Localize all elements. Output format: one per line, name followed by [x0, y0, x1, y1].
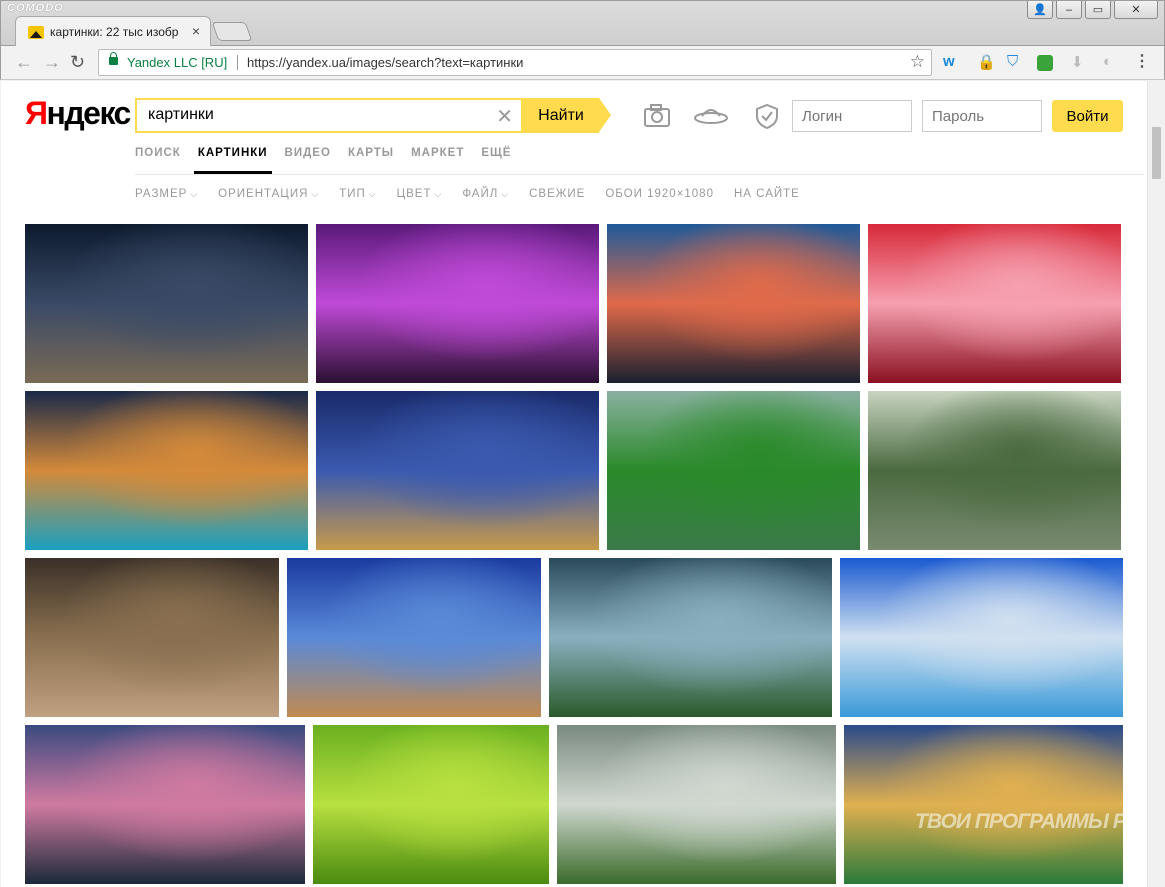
- image-row: [25, 224, 1121, 383]
- image-thumbnail-lime-slices[interactable]: [313, 725, 549, 884]
- image-thumbnail-beach-rocks-blue[interactable]: [287, 558, 541, 717]
- ufo-icon[interactable]: [693, 102, 729, 130]
- filter-item[interactable]: СВЕЖИЕ: [529, 188, 585, 200]
- search-button-arrow: [599, 98, 611, 132]
- filter-item[interactable]: ОРИЕНТАЦИЯ ⌵: [218, 188, 319, 200]
- scrollbar-thumb[interactable]: [1152, 127, 1161, 179]
- image-thumbnail-sun-rays-valley[interactable]: [557, 725, 836, 884]
- filter-label: СВЕЖИЕ: [529, 188, 586, 200]
- image-thumbnail-mountain-lake-sunset[interactable]: [25, 725, 305, 884]
- image-thumbnail-eiffel-tower-night[interactable]: [316, 391, 599, 550]
- green-extension-icon[interactable]: [1037, 55, 1053, 71]
- search-box: ✕: [135, 98, 523, 133]
- browser-toolbar: ← → ↻ Yandex LLC [RU] https://yandex.ua/…: [0, 46, 1165, 80]
- chevron-down-icon: ⌵: [501, 188, 510, 199]
- filter-label: ЦВЕТ: [396, 188, 432, 200]
- service-tab[interactable]: ВИДЕО: [285, 147, 331, 159]
- security-label[interactable]: Yandex LLC [RU]: [127, 55, 227, 70]
- login-button[interactable]: Войти: [1052, 100, 1123, 132]
- filter-label: ТИП: [339, 188, 366, 200]
- download-extension-icon[interactable]: ⬇: [1071, 53, 1084, 71]
- image-thumbnail-sunset-rocky-coast[interactable]: [607, 224, 860, 383]
- clear-search-icon[interactable]: ✕: [496, 104, 513, 129]
- back-arrow-icon[interactable]: ←: [15, 52, 33, 73]
- browser-tab[interactable]: картинки: 22 тыс изобр ×: [15, 16, 211, 47]
- browser-brand: COMODO: [7, 2, 64, 14]
- chevron-down-icon: ⌵: [190, 188, 199, 199]
- logo-first-letter: Я: [25, 95, 48, 131]
- minimize-button[interactable]: –: [1056, 1, 1082, 19]
- reload-icon[interactable]: ↻: [70, 52, 85, 73]
- filter-label: РАЗМЕР: [135, 188, 188, 200]
- filter-label: НА САЙТЕ: [733, 188, 800, 200]
- image-row: [25, 558, 1123, 717]
- login-field[interactable]: [792, 100, 912, 132]
- address-separator: [237, 55, 238, 70]
- filter-item[interactable]: НА САЙТЕ: [734, 188, 800, 200]
- filter-item[interactable]: ОБОИ 1920×1080: [605, 188, 714, 200]
- service-tab[interactable]: ЕЩЁ: [481, 147, 511, 159]
- filters-bar: РАЗМЕР ⌵ ОРИЕНТАЦИЯ ⌵ ТИП ⌵ ЦВЕТ ⌵ ФАЙЛ ⌵ СВЕЖИЕ ОБ…: [135, 188, 800, 200]
- chevron-down-icon: ⌵: [311, 188, 320, 199]
- close-window-button[interactable]: ✕: [1114, 1, 1158, 19]
- service-tab[interactable]: КАРТИНКИ: [193, 147, 272, 174]
- service-tab[interactable]: ПОИСК: [135, 147, 181, 159]
- circle-extension-icon[interactable]: ◐: [1103, 53, 1112, 70]
- url-text[interactable]: https://yandex.ua/images/search?text=кар…: [247, 55, 523, 70]
- filter-item[interactable]: ЦВЕТ ⌵: [397, 188, 443, 200]
- image-thumbnail-tropical-beach-sunset[interactable]: [844, 725, 1123, 884]
- filter-label: ФАЙЛ: [462, 188, 499, 200]
- image-thumbnail-clouds-over-sea[interactable]: [840, 558, 1123, 717]
- tab-close-icon[interactable]: ×: [192, 23, 200, 39]
- shield-check-icon[interactable]: [753, 102, 781, 130]
- service-tab[interactable]: МАРКЕТ: [411, 147, 464, 159]
- yandex-logo[interactable]: Яндекс: [25, 95, 132, 132]
- image-thumbnail-green-lake-forest[interactable]: [607, 391, 860, 550]
- image-thumbnail-night-lake-pier[interactable]: [25, 224, 308, 383]
- lock-icon: [109, 52, 118, 65]
- browser-titlebar: COMODO картинки: 22 тыс изобр × 👤 – ▭ ✕: [0, 0, 1165, 47]
- page-content: Яндекс ✕ Найти Войти ПОИСК КАРТИНКИ ВИДЕО К…: [1, 81, 1164, 887]
- window-controls: 👤 – ▭ ✕: [1027, 1, 1158, 19]
- extension-w-icon[interactable]: w: [943, 53, 955, 70]
- user-icon[interactable]: 👤: [1027, 1, 1053, 19]
- shield-extension-icon[interactable]: ⛉: [1007, 53, 1018, 70]
- address-bar[interactable]: Yandex LLC [RU] https://yandex.ua/images…: [98, 49, 932, 76]
- image-row: [25, 725, 1123, 884]
- tab-title: картинки: 22 тыс изобр: [50, 25, 179, 39]
- image-favicon-icon: [28, 26, 44, 39]
- image-thumbnail-eiffel-tower-park[interactable]: [868, 391, 1121, 550]
- filter-label: ОБОИ 1920×1080: [605, 188, 714, 200]
- forward-arrow-icon[interactable]: →: [43, 52, 61, 73]
- bookmark-star-icon[interactable]: ☆: [910, 52, 925, 72]
- browser-menu-icon[interactable]: ⋮: [1134, 51, 1150, 71]
- image-thumbnail-dubai-marina-night[interactable]: [25, 391, 308, 550]
- image-row: [25, 391, 1121, 550]
- services-nav: ПОИСК КАРТИНКИ ВИДЕО КАРТЫ МАРКЕТ ЕЩЁ: [135, 147, 511, 174]
- header-divider: [135, 174, 1144, 175]
- password-field[interactable]: [922, 100, 1042, 132]
- search-button[interactable]: Найти: [523, 98, 599, 133]
- watermark: ТВОИ ПРОГРАММЫ РУ: [915, 810, 1139, 833]
- chevron-down-icon: ⌵: [434, 188, 443, 199]
- padlock-extension-icon[interactable]: 🔒: [977, 53, 996, 71]
- service-tab[interactable]: КАРТЫ: [348, 147, 394, 159]
- camera-search-icon[interactable]: [643, 102, 671, 130]
- filter-label: ОРИЕНТАЦИЯ: [218, 188, 309, 200]
- image-thumbnail-strawberries-milk-splash[interactable]: [868, 224, 1121, 383]
- image-thumbnail-purple-bridge-city[interactable]: [316, 224, 599, 383]
- search-input[interactable]: [148, 106, 488, 124]
- logo-rest: ндекс: [46, 95, 132, 131]
- chevron-down-icon: ⌵: [368, 188, 377, 199]
- new-tab-button[interactable]: [211, 22, 253, 41]
- filter-item[interactable]: ФАЙЛ ⌵: [462, 188, 509, 200]
- filter-item[interactable]: ТИП ⌵: [339, 188, 376, 200]
- maximize-button[interactable]: ▭: [1085, 1, 1111, 19]
- image-thumbnail-atv-rider-mud[interactable]: [25, 558, 279, 717]
- scrollbar[interactable]: [1147, 81, 1164, 887]
- image-thumbnail-sunlit-meadow-sky[interactable]: [549, 558, 832, 717]
- filter-item[interactable]: РАЗМЕР ⌵: [135, 188, 198, 200]
